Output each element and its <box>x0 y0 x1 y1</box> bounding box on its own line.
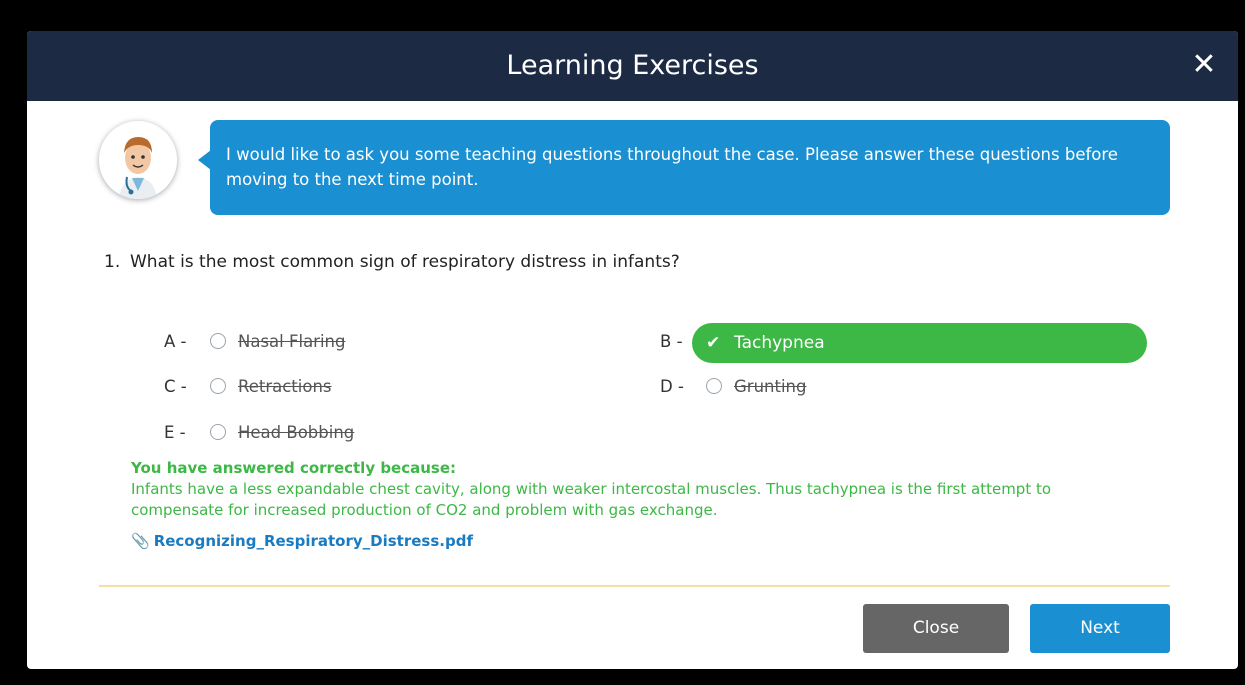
radio-button[interactable] <box>210 377 226 394</box>
option-letter: B - <box>660 332 683 351</box>
close-button[interactable]: Close <box>863 604 1009 653</box>
correct-answer-pill[interactable]: ✔ Tachypnea <box>692 322 1147 363</box>
radio-button[interactable] <box>210 332 226 349</box>
option-b[interactable]: B - ✔ Tachypnea <box>660 322 1147 363</box>
next-button[interactable]: Next <box>1030 604 1170 653</box>
radio-button[interactable] <box>210 423 226 440</box>
option-label: Head Bobbing <box>238 423 355 442</box>
option-letter: D - <box>660 377 684 396</box>
paperclip-icon: 📎 <box>131 532 150 550</box>
checkmark-icon: ✔ <box>706 332 721 353</box>
option-label: Tachypnea <box>734 332 825 353</box>
feedback-panel: You have answered correctly because: Inf… <box>131 458 1131 521</box>
option-a[interactable]: A - Nasal Flaring <box>164 327 345 357</box>
option-label: Nasal Flaring <box>238 332 346 351</box>
instruction-text: I would like to ask you some teaching qu… <box>226 145 1118 189</box>
modal-header: Learning Exercises ✕ <box>27 31 1238 101</box>
question-text: What is the most common sign of respirat… <box>130 252 680 272</box>
feedback-heading: You have answered correctly because: <box>131 459 457 477</box>
option-letter: C - <box>164 377 187 396</box>
doctor-icon <box>99 121 177 199</box>
option-letter: A - <box>164 332 187 351</box>
option-label: Grunting <box>734 377 807 396</box>
option-e[interactable]: E - Head Bobbing <box>164 418 354 448</box>
question-number: 1. <box>104 252 121 272</box>
option-letter: E - <box>164 423 186 442</box>
option-c[interactable]: C - Retractions <box>164 372 332 402</box>
divider <box>99 585 1170 587</box>
feedback-text: Infants have a less expandable chest cav… <box>131 480 1052 519</box>
question: 1. What is the most common sign of respir… <box>104 252 680 272</box>
option-d[interactable]: D - Grunting <box>660 372 806 402</box>
radio-button[interactable] <box>706 377 722 394</box>
attachment-filename[interactable]: Recognizing_Respiratory_Distress.pdf <box>154 532 473 550</box>
learning-exercises-modal: Learning Exercises ✕ I would like to ask… <box>27 31 1238 669</box>
modal-title: Learning Exercises <box>506 50 759 81</box>
attachment-link[interactable]: 📎 Recognizing_Respiratory_Distress.pdf <box>131 532 473 550</box>
option-label: Retractions <box>238 377 332 396</box>
doctor-avatar <box>99 121 177 199</box>
close-icon[interactable]: ✕ <box>1184 45 1224 85</box>
instruction-speech-bubble: I would like to ask you some teaching qu… <box>198 120 1170 215</box>
